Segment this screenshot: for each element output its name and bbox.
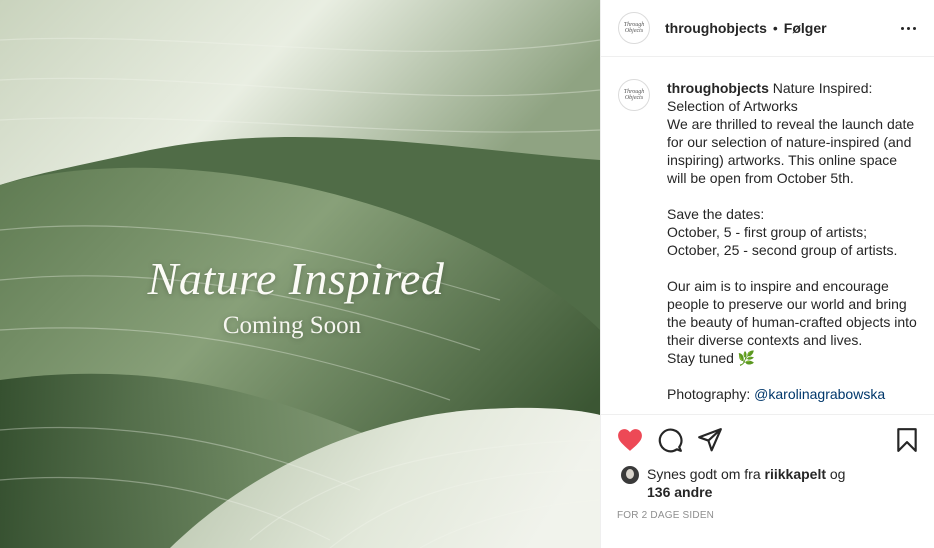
image-title: Nature Inspired	[147, 253, 445, 304]
follow-status-button[interactable]: Følger	[784, 20, 827, 36]
share-icon[interactable]	[695, 425, 725, 455]
liker-avatar[interactable]	[621, 466, 639, 484]
action-bar	[601, 415, 934, 465]
post-header: Through Objects throughobjects • Følger	[601, 0, 934, 57]
liker-username-link[interactable]: riikkapelt	[765, 466, 826, 482]
caption-paragraph: We are thrilled to reveal the launch dat…	[667, 116, 915, 186]
caption-line: Stay tuned 🌿	[667, 350, 756, 366]
caption-line: October, 5 - first group of artists;	[667, 224, 867, 240]
header-username-link[interactable]: throughobjects	[665, 20, 767, 36]
more-dot-2	[907, 26, 910, 30]
caption-username-link[interactable]: throughobjects	[667, 80, 769, 96]
avatar-logo-text: Through Objects	[623, 22, 645, 34]
caption-line: Save the dates:	[667, 206, 765, 222]
caption-avatar[interactable]: Through Objects	[618, 79, 650, 111]
likes-text: Synes godt om fra riikkapelt og 136 andr…	[647, 465, 845, 501]
profile-avatar[interactable]: Through Objects	[618, 12, 650, 44]
more-options-icon[interactable]	[897, 23, 920, 34]
image-subtitle: Coming Soon	[222, 312, 362, 339]
heart-icon[interactable]	[615, 425, 645, 455]
post-image[interactable]: Nature Inspired Coming Soon	[0, 0, 600, 548]
more-dot-1	[901, 26, 904, 30]
separator-dot: •	[772, 20, 778, 36]
comment-icon[interactable]	[655, 425, 685, 455]
post-timestamp[interactable]: FOR 2 DAGE SIDEN	[601, 501, 934, 521]
bookmark-icon[interactable]	[892, 425, 922, 455]
photographer-mention-link[interactable]: @karolinagrabowska	[754, 386, 885, 402]
likes-joiner: og	[826, 466, 846, 482]
more-dot-3	[913, 26, 916, 30]
caption-avatar-logo-text: Through Objects	[623, 89, 645, 101]
post-details-panel: Through Objects throughobjects • Følger …	[600, 0, 934, 548]
likes-count-link[interactable]: 136 andre	[647, 484, 712, 500]
caption-credit-label: Photography:	[667, 386, 755, 402]
caption-text: throughobjects Nature Inspired: Selectio…	[667, 79, 918, 414]
likes-prefix: Synes godt om fra	[647, 466, 765, 482]
caption-area: Through Objects throughobjects Nature In…	[601, 57, 934, 415]
caption-line: October, 25 - second group of artists.	[667, 242, 898, 258]
likes-summary: Synes godt om fra riikkapelt og 136 andr…	[601, 465, 934, 501]
caption-paragraph: Our aim is to inspire and encourage peop…	[667, 278, 917, 348]
